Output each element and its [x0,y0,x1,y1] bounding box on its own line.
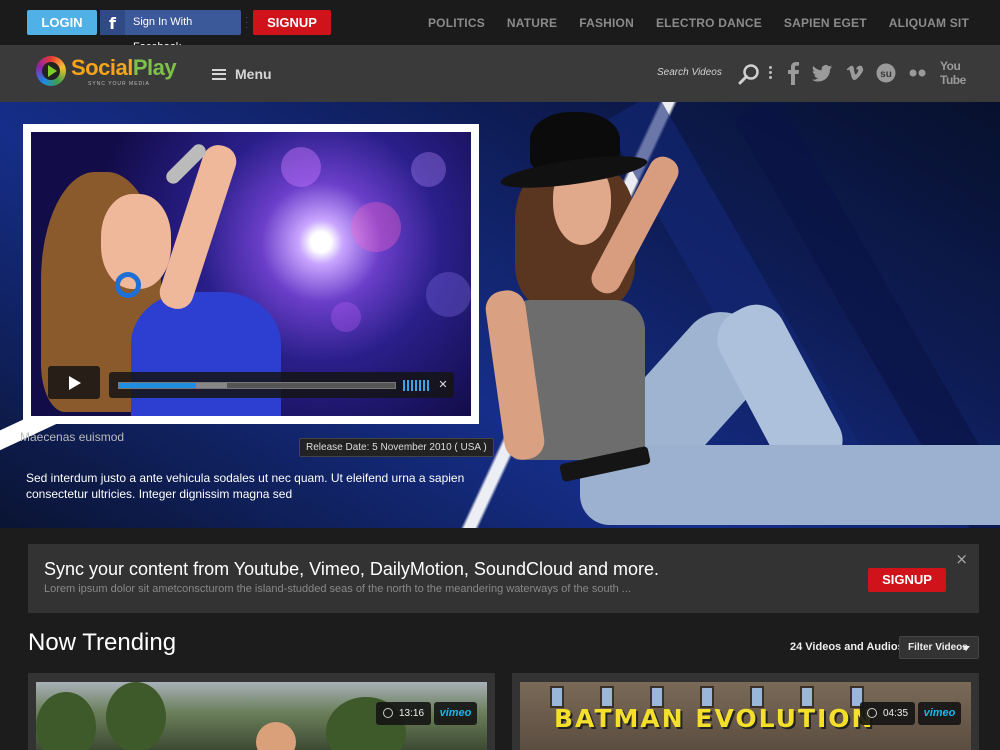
video-card[interactable]: 13:16 vimeo [28,673,495,750]
top-nav: POLITICS NATURE FASHION ELECTRO DANCE SA… [428,0,969,45]
hero-description: Sed interdum justo a ante vehicula sodal… [26,471,465,501]
play-button[interactable] [48,366,100,399]
trending-title: Now Trending [28,629,177,656]
sync-subtitle: Lorem ipsum dolor sit ametconscturom the… [44,583,631,595]
menu-button[interactable]: Menu [212,64,272,84]
youtube-icon[interactable]: You Tube [940,59,980,87]
facebook-icon: f [100,10,125,35]
player-controls: ✕ [109,372,454,398]
sync-title: Sync your content from Youtube, Vimeo, D… [44,559,660,579]
progress-track[interactable] [118,382,396,389]
thumbnail-title-text: BATMAN EVOLUTION [554,704,875,733]
main-header: SocialPlay SYNC YOUR MEDIA Menu Search V… [0,45,1000,102]
menu-label: Menu [235,66,272,82]
svg-text:su: su [880,69,892,80]
duration-badge: 04:35 [860,702,916,725]
twitter-icon[interactable] [811,61,833,85]
logo-text: SocialPlay [71,55,177,80]
nav-politics[interactable]: POLITICS [428,16,485,30]
video-count: 24 Videos and Audios [790,641,904,653]
separator-dots: · · · [245,12,249,33]
facebook-icon[interactable] [786,61,800,85]
more-dots-icon[interactable] [769,66,773,82]
clock-icon [867,708,877,718]
search-icon[interactable] [738,63,760,85]
search-videos-label[interactable]: Search Videos [657,67,722,78]
stumbleupon-icon[interactable]: su [876,61,896,85]
close-icon[interactable]: × [955,550,968,568]
hero-caption: Maecenas euismod [20,430,125,444]
nav-sapien-eget[interactable]: SAPIEN EGET [784,16,867,30]
video-thumbnail[interactable]: 13:16 vimeo [36,682,487,750]
facebook-signin-button[interactable]: f Sign In With Facebook [100,10,241,53]
duration-badge: 13:16 [376,702,432,725]
video-thumbnail[interactable]: BATMAN EVOLUTION 04:35 vimeo [520,682,971,750]
nav-nature[interactable]: NATURE [507,16,557,30]
hamburger-icon [212,68,226,80]
logo-tagline: SYNC YOUR MEDIA [88,81,150,87]
nav-aliquam-sit[interactable]: ALIQUAM SIT [889,16,969,30]
duration-label: 04:35 [883,708,909,719]
volume-icon[interactable] [403,380,431,391]
login-button[interactable]: LOGIN [27,10,97,35]
clock-icon [383,708,393,718]
flickr-icon[interactable] [909,61,927,85]
signup-button[interactable]: SIGNUP [253,10,331,35]
duration-label: 13:16 [399,708,425,719]
vimeo-badge-icon: vimeo [918,702,961,725]
filter-label: Filter Videos [908,642,968,653]
youtube-label: You Tube [940,59,966,87]
played-bar [119,383,197,388]
fullscreen-icon[interactable]: ✕ [437,379,449,391]
filter-videos-dropdown[interactable]: Filter Videos [899,636,979,659]
logo-mark-icon [36,56,66,86]
nav-fashion[interactable]: FASHION [579,16,634,30]
top-bar: LOGIN f Sign In With Facebook ··· SIGNUP… [0,0,1000,53]
sync-signup-button[interactable]: SIGNUP [868,568,946,592]
sync-banner: Sync your content from Youtube, Vimeo, D… [28,544,979,613]
video-card[interactable]: BATMAN EVOLUTION 04:35 vimeo [512,673,979,750]
vimeo-icon[interactable] [845,61,865,85]
release-date-badge: Release Date: 5 November 2010 ( USA ) [299,438,494,457]
chevron-down-icon [962,646,970,651]
nav-electro-dance[interactable]: ELECTRO DANCE [656,16,762,30]
vimeo-badge-icon: vimeo [434,702,477,725]
